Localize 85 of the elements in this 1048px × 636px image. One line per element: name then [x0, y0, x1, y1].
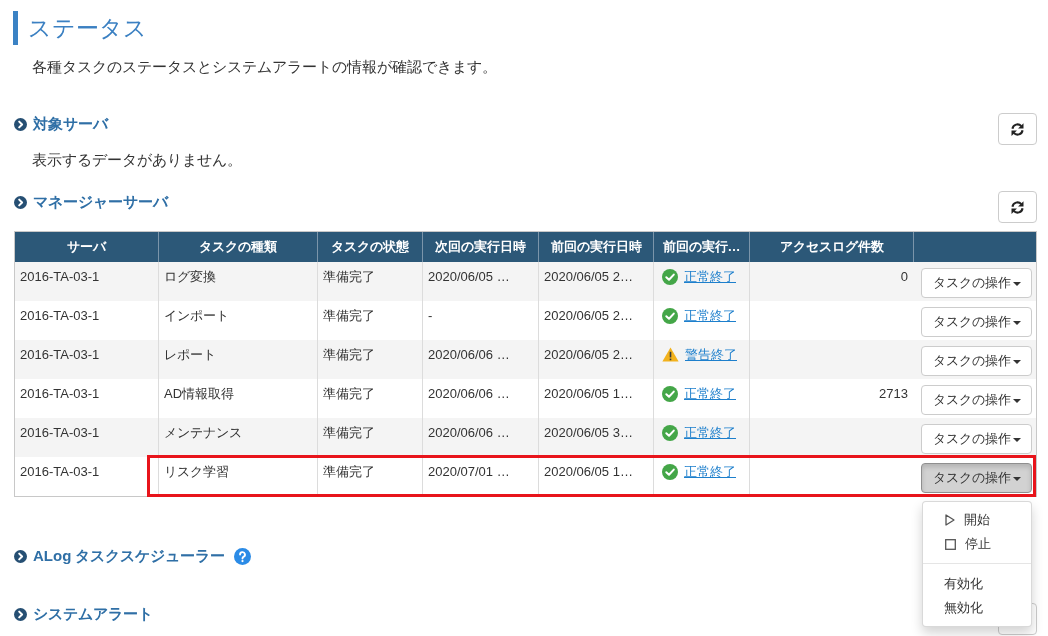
column-header: 次回の実行日時: [435, 239, 526, 254]
next-run-time: 2020/06/05 …: [428, 269, 510, 284]
caret-icon: [1012, 360, 1021, 364]
column-header: サーバ: [67, 239, 106, 254]
column-header: 前回の実行日時: [550, 239, 642, 254]
last-run-time: 2020/06/05 2…: [544, 347, 633, 362]
check-circle-icon: [662, 386, 678, 402]
task-state: 準備完了: [323, 347, 375, 362]
warning-icon: [662, 347, 679, 362]
stop-icon: [945, 538, 956, 550]
task-state: 準備完了: [323, 269, 375, 284]
server-name: 2016-TA-03-1: [20, 386, 100, 401]
caret-icon: [1012, 477, 1021, 481]
check-circle-icon: [662, 464, 678, 480]
next-run-time: 2020/06/06 …: [428, 347, 510, 362]
task-type: リスク学習: [164, 464, 229, 479]
column-header: タスクの状態: [331, 239, 409, 254]
task-action-button[interactable]: タスクの操作: [921, 346, 1032, 376]
server-name: 2016-TA-03-1: [20, 269, 100, 284]
task-type: メンテナンス: [164, 425, 242, 440]
section-heading: システムアラート: [33, 605, 153, 623]
check-circle-icon: [662, 425, 678, 441]
next-run-time: 2020/06/06 …: [428, 386, 510, 401]
caret-icon: [1012, 321, 1021, 325]
server-name: 2016-TA-03-1: [20, 347, 100, 362]
task-state: 準備完了: [323, 425, 375, 440]
column-header: タスクの種類: [199, 239, 277, 254]
result-link[interactable]: 警告終了: [685, 346, 737, 364]
next-run-time: -: [428, 308, 433, 323]
last-run-time: 2020/06/05 1…: [544, 464, 633, 479]
server-name: 2016-TA-03-1: [20, 425, 100, 440]
task-type: AD情報取得: [164, 386, 235, 401]
task-action-button[interactable]: タスクの操作: [921, 307, 1032, 337]
caret-icon: [1012, 282, 1021, 286]
result-link[interactable]: 正常終了: [684, 307, 736, 325]
access-log-count: 0: [900, 269, 908, 284]
task-state: 準備完了: [323, 308, 375, 323]
access-log-count: 2713: [879, 386, 908, 401]
next-run-time: 2020/06/06 …: [428, 425, 510, 440]
task-type: レポート: [164, 347, 216, 362]
caret-icon: [1012, 399, 1021, 403]
last-run-time: 2020/06/05 2…: [544, 269, 633, 284]
chevron-circle-icon: [14, 607, 27, 621]
task-action-button[interactable]: タスクの操作: [921, 463, 1032, 493]
menu-item[interactable]: 無効化: [923, 596, 1031, 620]
last-run-time: 2020/06/05 3…: [544, 425, 633, 440]
task-action-button[interactable]: タスクの操作: [921, 268, 1032, 298]
title-accent-bar: [13, 11, 18, 45]
server-name: 2016-TA-03-1: [20, 464, 100, 479]
column-header: 前回の実行…: [662, 239, 741, 254]
task-type: ログ変換: [164, 269, 216, 284]
play-icon: [945, 514, 955, 526]
task-state: 準備完了: [323, 464, 375, 479]
result-link[interactable]: 正常終了: [684, 463, 736, 481]
result-link[interactable]: 正常終了: [684, 268, 736, 286]
task-type: インポート: [164, 308, 229, 323]
caret-icon: [1012, 438, 1021, 442]
task-action-button[interactable]: タスクの操作: [921, 424, 1032, 454]
menu-item[interactable]: 停止: [923, 532, 1031, 556]
page-description: 各種タスクのステータスとシステムアラートの情報が確認できます。: [32, 58, 497, 75]
server-name: 2016-TA-03-1: [20, 308, 100, 323]
refresh-icon: [1010, 199, 1025, 215]
page-title: ステータス: [28, 14, 147, 43]
column-header: アクセスログ件数: [779, 239, 884, 254]
section-heading: 対象サーバ: [33, 115, 108, 133]
result-link[interactable]: 正常終了: [684, 424, 736, 442]
next-run-time: 2020/07/01 …: [428, 464, 510, 479]
check-circle-icon: [662, 269, 678, 285]
refresh-button[interactable]: [998, 191, 1037, 223]
section-heading: ALog タスクスケジューラー: [33, 547, 226, 565]
check-circle-icon: [662, 308, 678, 324]
result-link[interactable]: 正常終了: [684, 385, 736, 403]
chevron-circle-icon: [14, 195, 27, 209]
last-run-time: 2020/06/05 2…: [544, 308, 633, 323]
menu-item[interactable]: 開始: [923, 508, 1031, 532]
refresh-icon: [1010, 121, 1025, 137]
refresh-button[interactable]: [998, 113, 1037, 145]
last-run-time: 2020/06/05 1…: [544, 386, 633, 401]
chevron-circle-icon: [14, 117, 27, 131]
task-state: 準備完了: [323, 386, 375, 401]
empty-message: 表示するデータがありません。: [32, 151, 242, 168]
chevron-circle-icon: [14, 549, 27, 563]
section-heading: マネージャーサーバ: [33, 193, 168, 211]
task-action-button[interactable]: タスクの操作: [921, 385, 1032, 415]
menu-item[interactable]: 有効化: [923, 572, 1031, 596]
